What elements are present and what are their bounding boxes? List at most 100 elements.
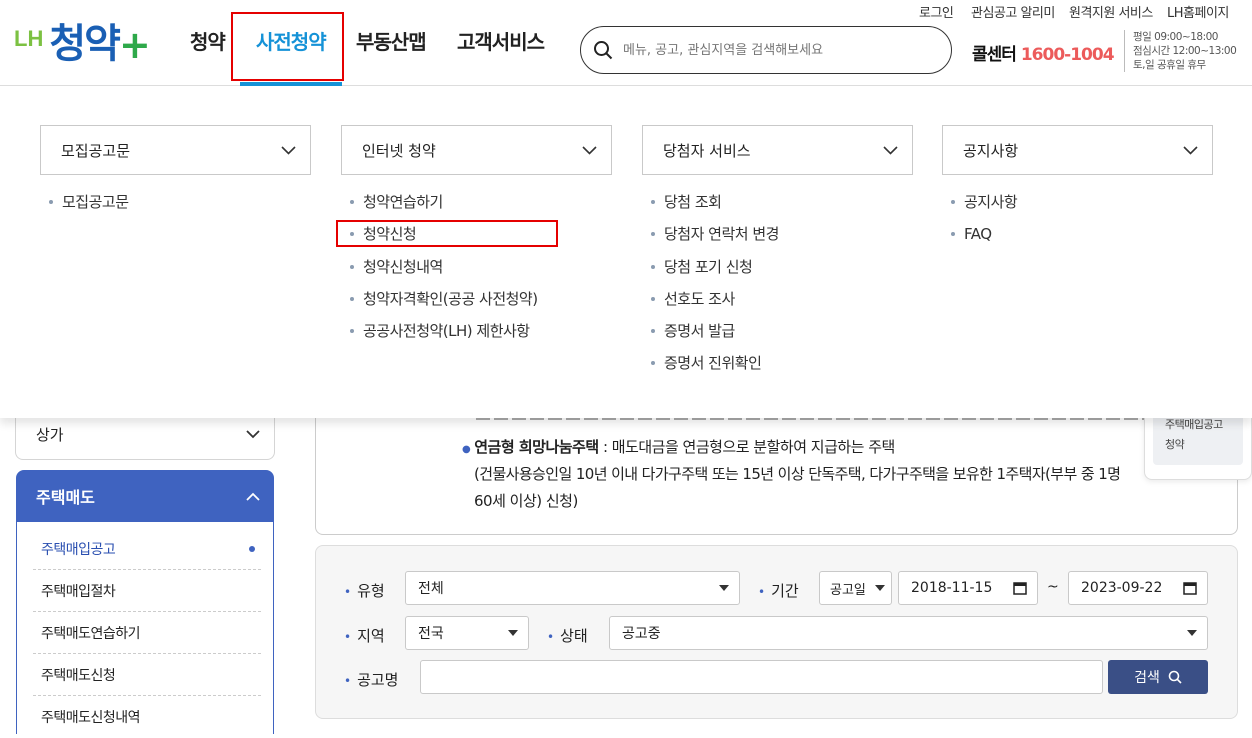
- type-label: • 유형: [344, 582, 385, 600]
- gnb-item-customer-service[interactable]: 고객서비스: [457, 26, 545, 55]
- mega-menu-dropdown-winner-service[interactable]: 당첨자 서비스: [642, 125, 913, 175]
- login-link[interactable]: 로그인: [919, 2, 954, 21]
- bullet-title: 연금형 희망나눔주택: [474, 438, 599, 456]
- chevron-down-icon: [582, 145, 597, 155]
- dropdown-label: 모집공고문: [61, 141, 131, 160]
- site-header: LH 청약 + 청약 사전청약 부동산맵 고객서비스 로그인 관심공고 알리미 …: [0, 0, 1252, 86]
- mega-menu-dropdown-notices[interactable]: 공지사항: [942, 125, 1213, 175]
- logo-main: 청약: [49, 21, 121, 67]
- mega-menu-item[interactable]: 선호도 조사: [642, 289, 902, 321]
- info-box: ● 연금형 희망나눔주택 : 매도대금을 연금형으로 분할하여 지급하는 주택 (…: [315, 410, 1238, 535]
- mega-menu-column-winner-service: 당첨 조회 당첨자 연락처 변경 당첨 포기 신청 선호도 조사 증명서 발급 …: [642, 192, 902, 386]
- logo-lh: LH: [14, 26, 44, 51]
- sidebar-item-label: 주택매도신청내역: [41, 710, 141, 726]
- mega-menu-item[interactable]: 당첨 조회: [642, 192, 902, 224]
- mega-menu-item[interactable]: FAQ: [942, 224, 1202, 256]
- mega-menu-item[interactable]: 청약자격확인(공공 사전청약): [341, 289, 601, 321]
- caret-down-icon: [719, 585, 729, 591]
- date-range-tilde: ~: [1047, 579, 1059, 595]
- status-label: • 상태: [547, 627, 588, 645]
- status-select[interactable]: 공고중: [609, 616, 1208, 650]
- remote-support-link[interactable]: 원격지원 서비스: [1069, 2, 1153, 21]
- sidebar-item-sale-practice[interactable]: 주택매도연습하기: [33, 612, 261, 654]
- dropdown-label: 인터넷 청약: [362, 141, 436, 160]
- mega-menu-item[interactable]: 청약신청내역: [341, 257, 601, 289]
- active-dot-icon: [249, 545, 255, 552]
- sidebar-item-label: 주택매도신청: [41, 667, 116, 684]
- date-from-value: 2018-11-15: [911, 580, 993, 596]
- date-to-input[interactable]: 2023-09-22: [1068, 571, 1208, 605]
- bullet-line: ● 연금형 희망나눔주택 : 매도대금을 연금형으로 분할하여 지급하는 주택: [462, 436, 895, 457]
- search-bar[interactable]: [580, 26, 952, 74]
- content-line: (건물사용승인일 10년 이내 다가구주택 또는 15년 이상 단독주택, 다가…: [474, 465, 1121, 483]
- search-filter-panel: • 유형 전체 • 기간 공고일 2018-11-15 ~ 2023-09-22 •…: [315, 545, 1238, 719]
- search-button[interactable]: 검색: [1108, 660, 1208, 694]
- region-select[interactable]: 전국: [405, 616, 529, 650]
- content-line: 60세 이상) 신청): [474, 492, 578, 510]
- notice-name-input[interactable]: [420, 660, 1103, 694]
- sidebar-item-label: 상가: [36, 426, 64, 444]
- sidebar-item-purchase-notice[interactable]: 주택매입공고: [33, 528, 261, 570]
- status-select-value: 공고중: [622, 626, 661, 642]
- period-kind-select[interactable]: 공고일: [819, 571, 892, 605]
- active-tab-indicator: [240, 82, 342, 86]
- region-select-value: 전국: [418, 626, 444, 642]
- call-center: 콜센터 1600-1004: [972, 40, 1115, 65]
- caret-down-icon: [875, 585, 885, 591]
- caret-down-icon: [1187, 630, 1197, 636]
- chevron-down-icon: [281, 145, 296, 155]
- gnb-item-realestate-map[interactable]: 부동산맵: [356, 26, 427, 55]
- mega-menu-dropdown-internet-apply[interactable]: 인터넷 청약: [341, 125, 612, 175]
- logo[interactable]: LH 청약 +: [14, 14, 151, 64]
- notice-name-label: • 공고명: [344, 671, 399, 689]
- hours-line: 평일 09:00~18:00: [1133, 31, 1218, 43]
- mega-menu: 모집공고문 인터넷 청약 당첨자 서비스 공지사항 모집공고문 청약연습하기 청…: [0, 86, 1252, 418]
- mega-menu-item[interactable]: 당첨자 연락처 변경: [642, 224, 902, 256]
- mega-menu-item[interactable]: 증명서 진위확인: [642, 353, 902, 385]
- lh-home-link[interactable]: LH홈페이지: [1167, 2, 1229, 21]
- hours-line: 점심시간 12:00~13:00: [1133, 45, 1237, 57]
- chevron-down-icon: [246, 430, 260, 439]
- call-center-label: 콜센터: [972, 45, 1017, 65]
- sidebar-item-label: 주택매입절차: [41, 583, 116, 600]
- sidebar-item-sale-history[interactable]: 주택매도신청내역: [33, 696, 261, 738]
- mega-menu-dropdown-notice[interactable]: 모집공고문: [40, 125, 311, 175]
- calendar-icon[interactable]: [1183, 581, 1197, 595]
- highlight-box-apply: [336, 220, 558, 247]
- sidebar-item-purchase-process[interactable]: 주택매입절차: [33, 570, 261, 612]
- hours-line: 토,일 공휴일 휴무: [1133, 59, 1206, 71]
- date-from-input[interactable]: 2018-11-15: [898, 571, 1038, 605]
- bullet-desc: : 매도대금을 연금형으로 분할하여 지급하는 주택: [598, 438, 895, 456]
- type-select-value: 전체: [418, 581, 444, 597]
- search-icon: [1168, 670, 1182, 684]
- search-icon: [594, 41, 613, 60]
- sidebar-item-sale-apply[interactable]: 주택매도신청: [33, 654, 261, 696]
- dropdown-label: 공지사항: [963, 141, 1019, 160]
- region-label: • 지역: [344, 627, 385, 645]
- mega-menu-item[interactable]: 당첨 포기 신청: [642, 257, 902, 289]
- sidebar-item-label: 주택매도연습하기: [41, 625, 141, 642]
- sidebar-item-label: 주택매입공고: [41, 541, 116, 558]
- search-input[interactable]: [623, 42, 923, 58]
- period-kind-value: 공고일: [830, 582, 866, 598]
- calendar-icon[interactable]: [1013, 581, 1027, 595]
- interest-alert-link[interactable]: 관심공고 알리미: [971, 2, 1055, 21]
- caret-down-icon: [508, 630, 518, 636]
- gnb-item-apply[interactable]: 청약: [190, 26, 226, 55]
- mega-menu-item[interactable]: 공지사항: [942, 192, 1202, 224]
- sidebar-section-title: 주택매도: [36, 488, 95, 507]
- chevron-up-icon: [246, 492, 260, 501]
- search-button-label: 검색: [1134, 670, 1160, 686]
- period-label: • 기간: [758, 582, 799, 600]
- quick-menu-item[interactable]: 주택매입공고: [1165, 415, 1243, 435]
- mega-menu-item[interactable]: 모집공고문: [40, 192, 300, 224]
- mega-menu-item[interactable]: 증명서 발급: [642, 321, 902, 353]
- quick-menu-item[interactable]: 청약: [1165, 435, 1243, 455]
- sidebar-section-housing-sale[interactable]: 주택매도: [16, 470, 274, 522]
- sidebar-sublist: 주택매입공고 주택매입절차 주택매도연습하기 주택매도신청 주택매도신청내역: [16, 522, 274, 734]
- logo-plus: +: [118, 23, 151, 67]
- type-select[interactable]: 전체: [405, 571, 740, 605]
- call-center-hours: 평일 09:00~18:00 점심시간 12:00~13:00 토,일 공휴일 …: [1124, 30, 1237, 72]
- mega-menu-column-notice: 모집공고문: [40, 192, 300, 224]
- mega-menu-item[interactable]: 공공사전청약(LH) 제한사항: [341, 321, 601, 353]
